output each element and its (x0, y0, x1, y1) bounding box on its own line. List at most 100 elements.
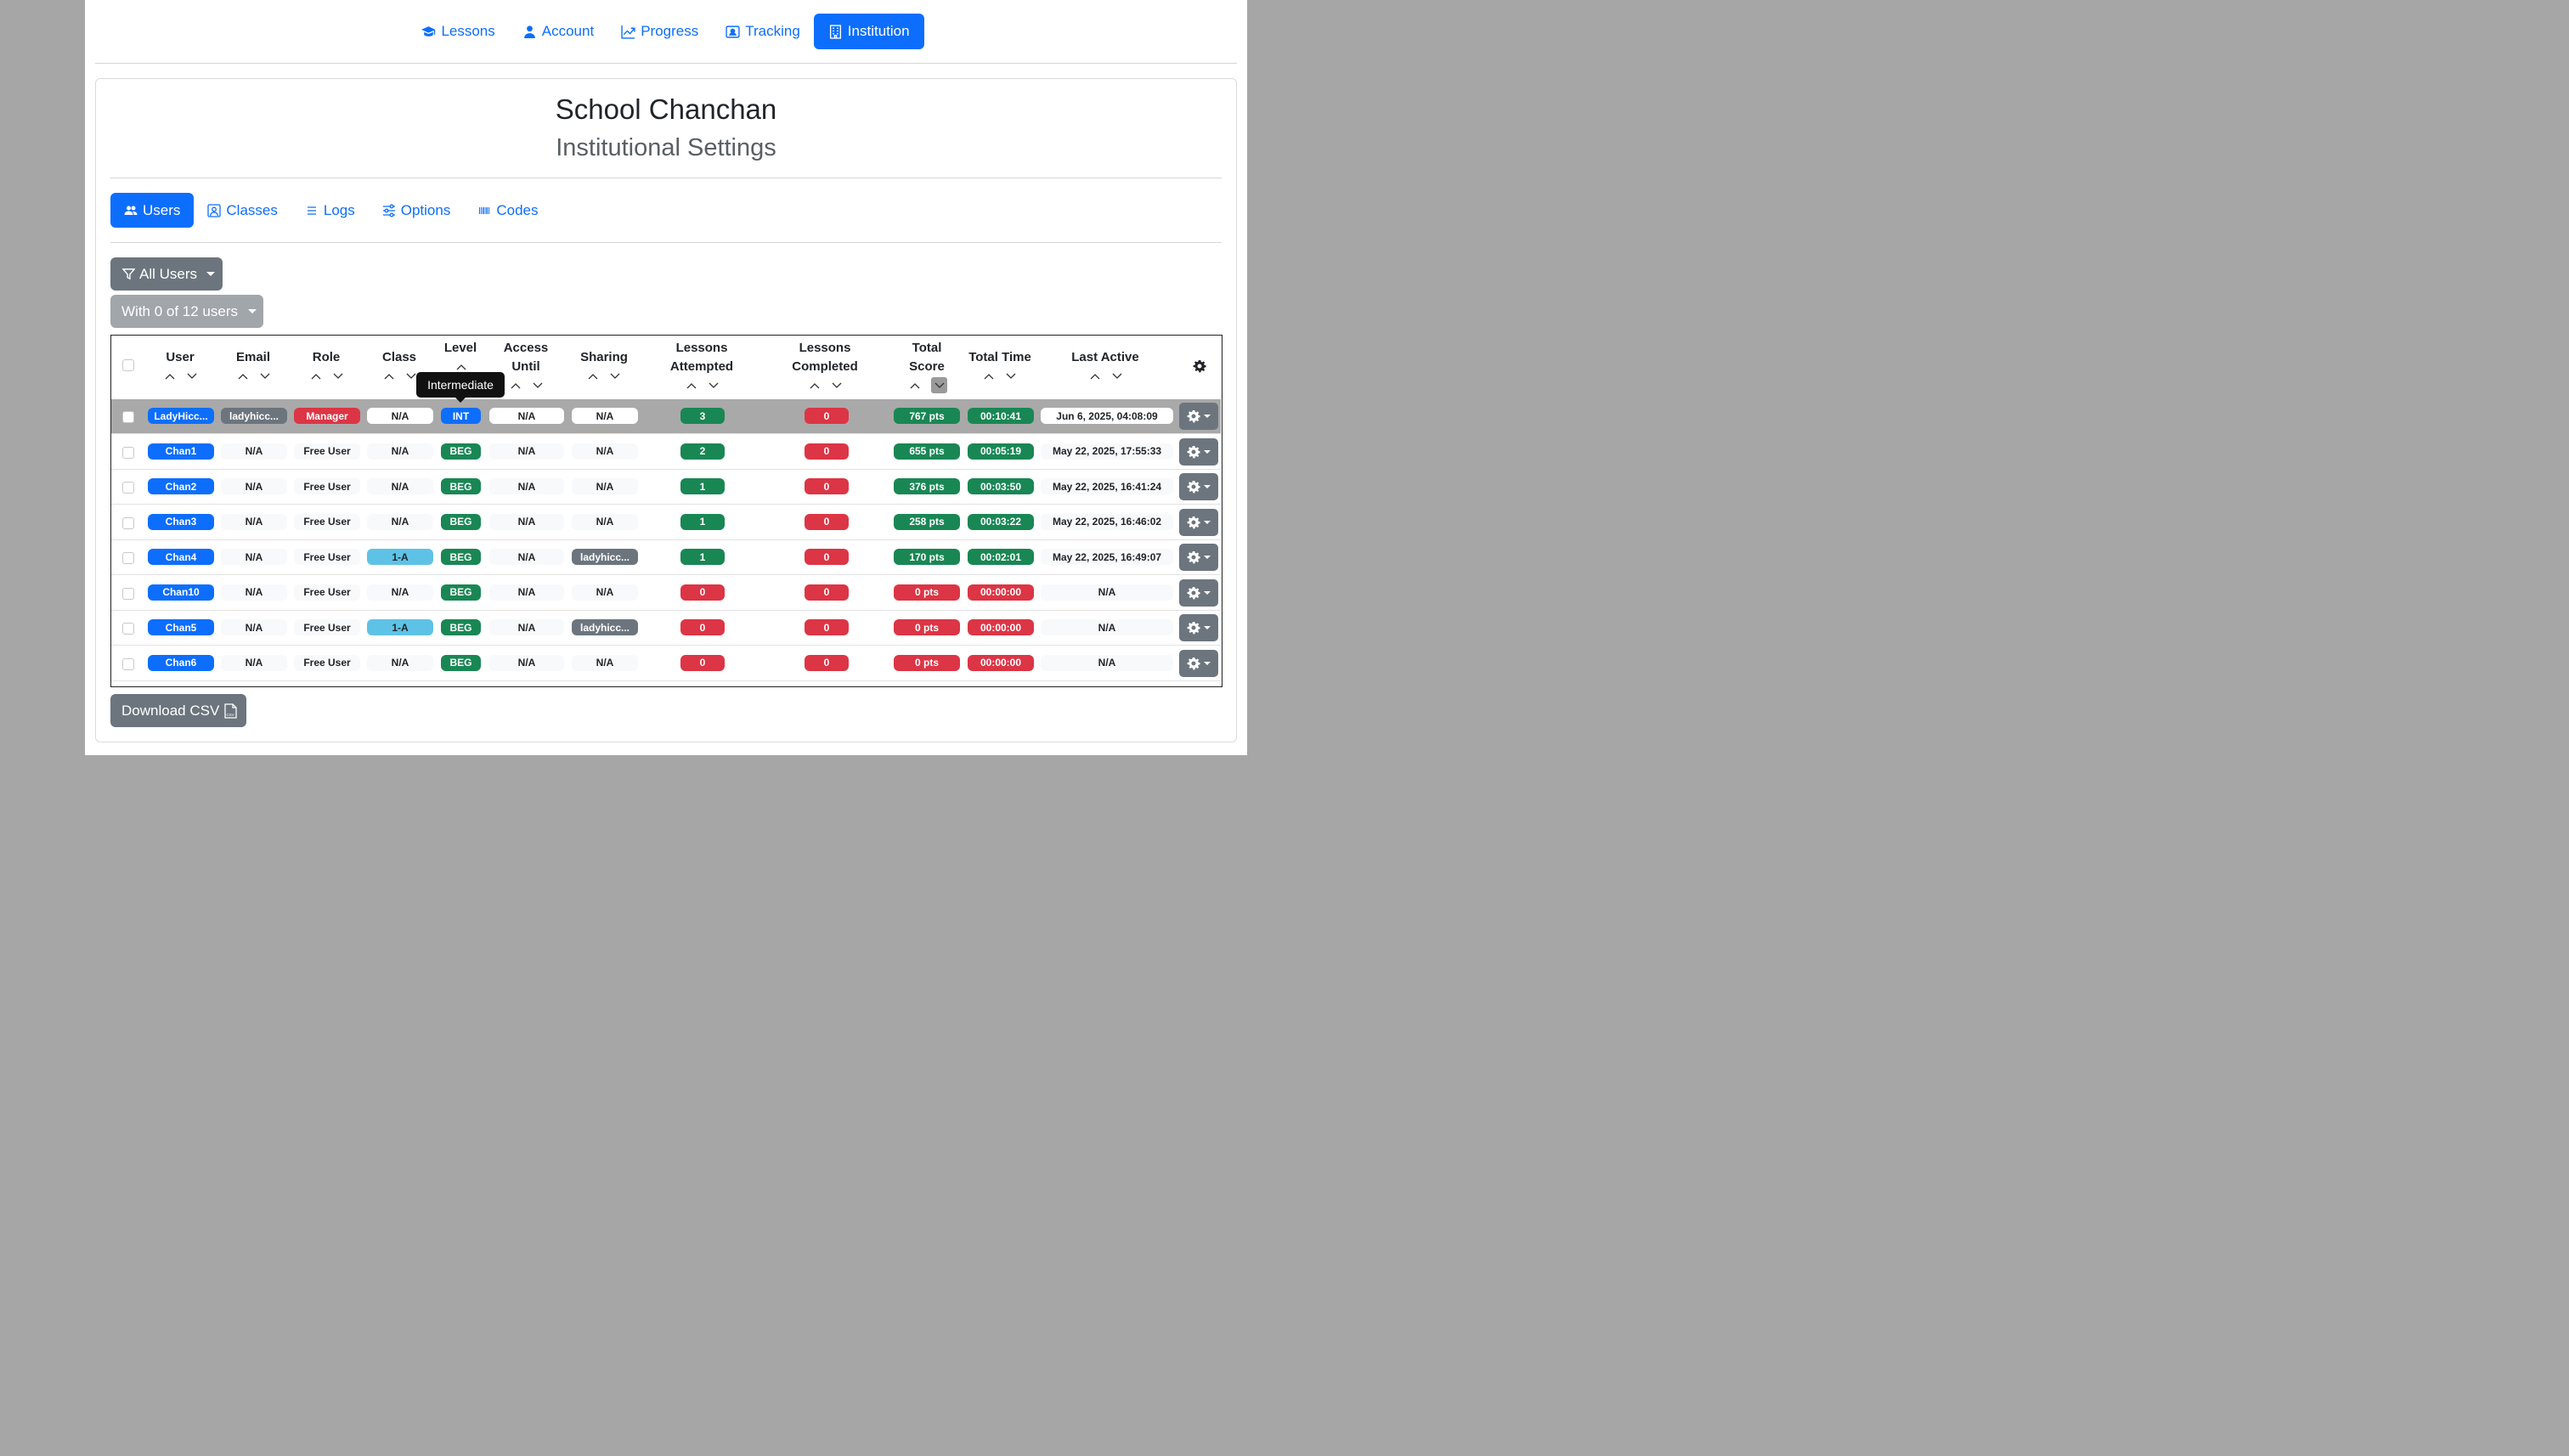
sort-desc-icon[interactable] (259, 372, 271, 381)
row-checkbox[interactable] (122, 482, 134, 494)
user-badge[interactable]: Chan2 (148, 478, 214, 494)
sort-completed[interactable] (809, 381, 843, 390)
sort-desc-icon[interactable] (186, 372, 198, 381)
sort-desc-icon[interactable] (332, 372, 344, 381)
col-level[interactable]: Level (434, 339, 487, 358)
col-class[interactable]: Class (366, 348, 432, 367)
sort-asc-icon[interactable] (983, 372, 995, 381)
sort-score[interactable] (909, 377, 947, 393)
tab-users[interactable]: Users (110, 193, 195, 228)
user-badge[interactable]: Chan3 (148, 513, 214, 530)
gear-icon[interactable] (1193, 359, 1206, 373)
row-checkbox[interactable] (122, 446, 134, 459)
row-actions-button[interactable] (1179, 544, 1218, 571)
table-row[interactable]: Chan10 N/A Free User N/A BEG N/A N/A 0 0 0 pts 00:… (111, 576, 1221, 611)
sort-asc-icon[interactable] (237, 372, 249, 381)
user-badge[interactable]: Chan1 (148, 443, 214, 460)
user-badge[interactable]: LadyHicc... (148, 408, 214, 424)
col-attempted-1[interactable]: Lessons (659, 339, 744, 358)
row-checkbox[interactable] (122, 552, 134, 564)
table-row[interactable]: Chan1 N/A Free User N/A BEG N/A N/A 2 0 655 pts 00… (111, 435, 1221, 470)
col-completed-2[interactable]: Completed (782, 358, 867, 376)
sort-access[interactable] (510, 381, 544, 390)
user-filter-dropdown[interactable]: All Users (110, 257, 223, 291)
sort-asc-icon[interactable] (909, 381, 921, 390)
sort-desc-icon[interactable] (831, 381, 843, 390)
row-checkbox[interactable] (122, 587, 134, 600)
row-actions-button[interactable] (1179, 437, 1218, 466)
row-checkbox[interactable] (122, 411, 134, 423)
table-row[interactable]: Chan2 N/A Free User N/A BEG N/A N/A 1 0 376 pts 00… (111, 470, 1221, 505)
nav-progress[interactable]: Progress (607, 14, 712, 49)
col-role[interactable]: Role (293, 348, 359, 367)
sort-class[interactable] (383, 372, 417, 381)
row-actions-button[interactable] (1179, 403, 1218, 430)
sort-desc-icon[interactable] (1005, 372, 1017, 381)
col-sharing[interactable]: Sharing (570, 348, 638, 367)
col-time[interactable]: Total Time (962, 348, 1038, 367)
row-actions-button[interactable] (1179, 614, 1218, 641)
sort-role[interactable] (310, 372, 344, 381)
sort-desc-icon[interactable] (708, 381, 720, 390)
tab-logs[interactable]: Logs (291, 193, 369, 228)
col-attempted-2[interactable]: Attempted (659, 358, 744, 376)
col-user[interactable]: User (147, 348, 213, 367)
col-completed-1[interactable]: Lessons (782, 339, 867, 358)
sort-asc-icon[interactable] (383, 372, 395, 381)
col-score-2[interactable]: Score (893, 358, 961, 376)
row-actions-button[interactable] (1179, 473, 1218, 500)
selection-dropdown[interactable]: With 0 of 12 users (110, 295, 263, 328)
sort-desc-icon[interactable] (532, 381, 544, 390)
sort-asc-icon[interactable] (510, 381, 522, 390)
sort-desc-active[interactable] (931, 377, 947, 393)
tab-classes[interactable]: Classes (194, 193, 291, 228)
col-email[interactable]: Email (220, 348, 286, 367)
nav-institution[interactable]: Institution (813, 14, 924, 49)
sort-asc-icon[interactable] (310, 372, 322, 381)
sort-desc-icon[interactable] (1111, 372, 1123, 381)
sort-desc-icon[interactable] (405, 372, 417, 381)
sort-asc-icon[interactable] (587, 372, 599, 381)
user-badge[interactable]: Chan10 (148, 584, 214, 601)
sort-user[interactable] (164, 372, 198, 381)
sort-asc-icon[interactable] (1089, 372, 1101, 381)
sort-desc-icon[interactable] (934, 381, 946, 390)
table-row[interactable]: Chan5 N/A Free User 1-A BEG N/A ladyhicc... 0 0 0… (111, 611, 1221, 646)
download-csv-button[interactable]: Download CSV CSV (110, 694, 246, 727)
row-checkbox[interactable] (122, 657, 134, 670)
sort-asc-icon[interactable] (686, 381, 697, 390)
sort-email[interactable] (237, 372, 271, 381)
tab-codes[interactable]: Codes (464, 193, 551, 228)
table-row[interactable]: LadyHicc... ladyhicc... Manager N/A INT N/A N/… (111, 399, 1221, 434)
attempted-badge: 1 (680, 549, 725, 565)
user-badge[interactable]: Chan6 (148, 654, 214, 671)
col-score-1[interactable]: Total (893, 339, 961, 358)
table-row[interactable]: Chan4 N/A Free User 1-A BEG N/A ladyhicc... 1 0 1… (111, 540, 1221, 575)
sort-desc-icon[interactable] (609, 372, 621, 381)
col-access-1[interactable]: Access (492, 339, 560, 358)
table-row[interactable]: Chan3 N/A Free User N/A BEG N/A N/A 1 0 258 pts 00… (111, 505, 1221, 540)
access-badge: N/A (489, 619, 564, 635)
row-checkbox[interactable] (122, 623, 134, 635)
user-badge[interactable]: Chan4 (148, 549, 214, 565)
sort-level[interactable] (455, 363, 467, 371)
sort-attempted[interactable] (686, 381, 720, 390)
nav-tracking[interactable]: Tracking (712, 14, 814, 49)
sort-time[interactable] (983, 372, 1017, 381)
sort-asc-icon[interactable] (455, 363, 467, 371)
user-badge[interactable]: Chan5 (148, 619, 214, 635)
row-actions-button[interactable] (1179, 578, 1218, 607)
nav-account[interactable]: Account (509, 14, 607, 49)
sort-asc-icon[interactable] (164, 372, 176, 381)
col-last-active[interactable]: Last Active (1054, 348, 1156, 367)
row-checkbox[interactable] (122, 516, 134, 529)
table-row[interactable]: Chan6 N/A Free User N/A BEG N/A N/A 0 0 0 pts 00:0… (111, 646, 1221, 681)
sort-last-active[interactable] (1089, 372, 1123, 381)
tab-options[interactable]: Options (369, 193, 465, 228)
row-actions-button[interactable] (1179, 508, 1218, 536)
select-all-checkbox[interactable] (122, 359, 134, 371)
sort-asc-icon[interactable] (809, 381, 821, 390)
nav-lessons[interactable]: Lessons (408, 14, 508, 49)
sort-sharing[interactable] (587, 372, 621, 381)
row-actions-button[interactable] (1179, 649, 1218, 677)
